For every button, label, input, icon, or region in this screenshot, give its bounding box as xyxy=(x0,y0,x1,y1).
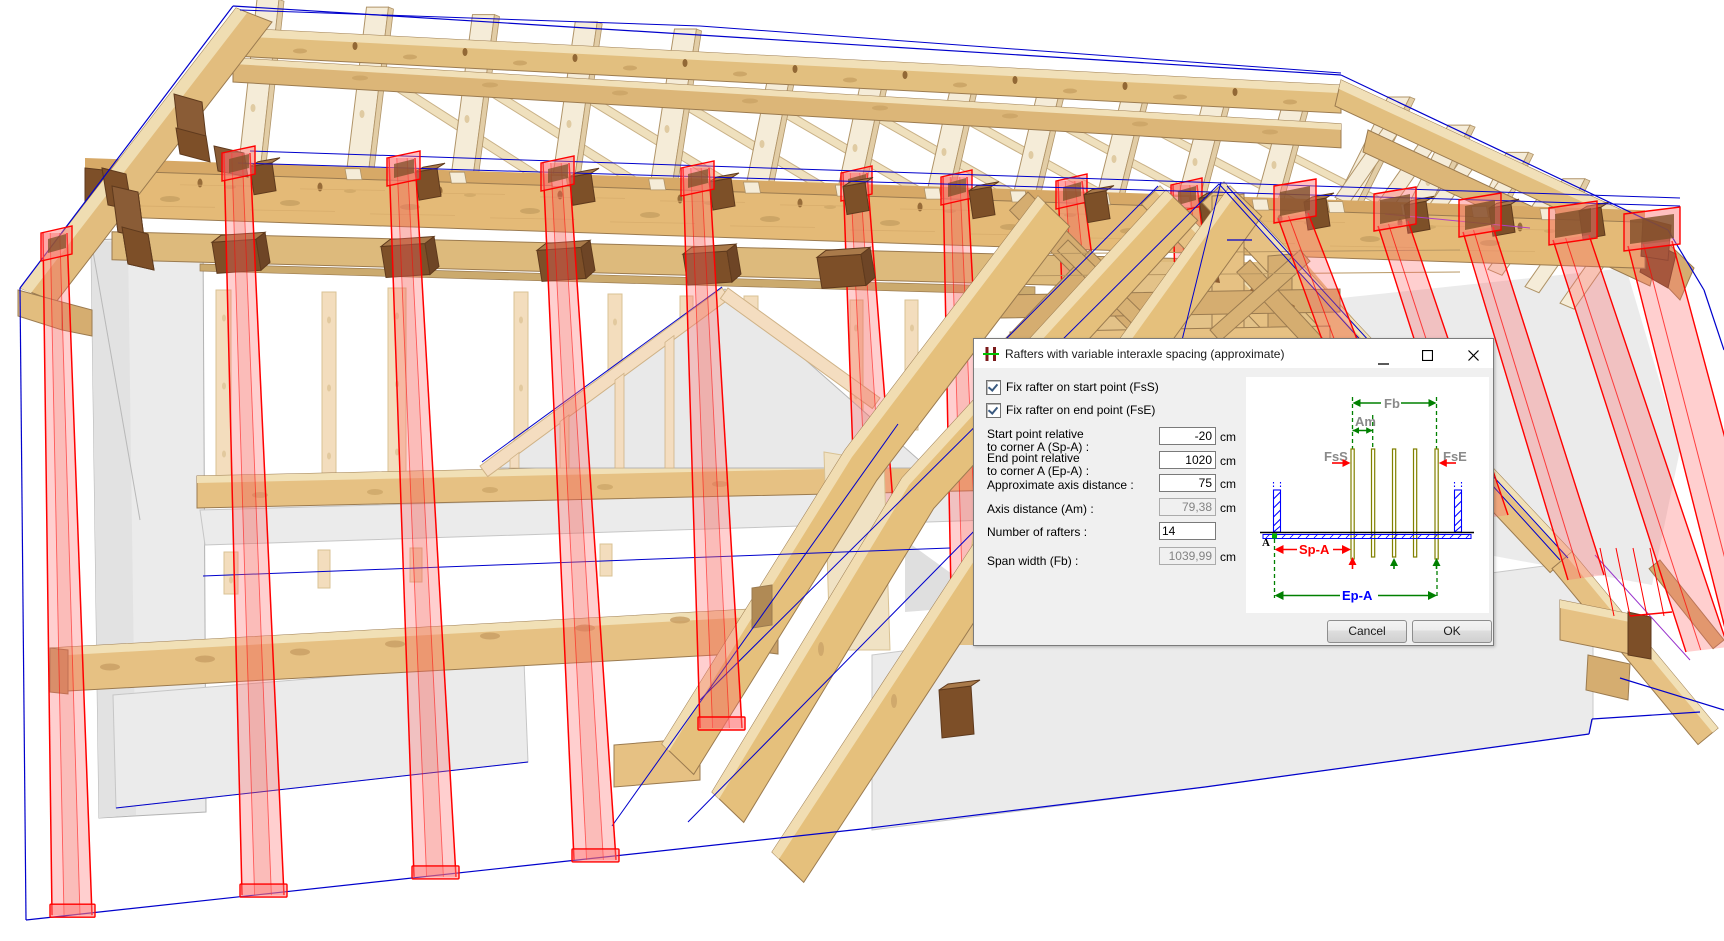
svg-text:Ep-A: Ep-A xyxy=(1342,588,1373,603)
svg-text:Am: Am xyxy=(1355,414,1376,429)
svg-text:A: A xyxy=(1262,537,1270,549)
svg-text:Sp-A: Sp-A xyxy=(1299,542,1330,557)
svg-text:Fb: Fb xyxy=(1384,396,1400,411)
